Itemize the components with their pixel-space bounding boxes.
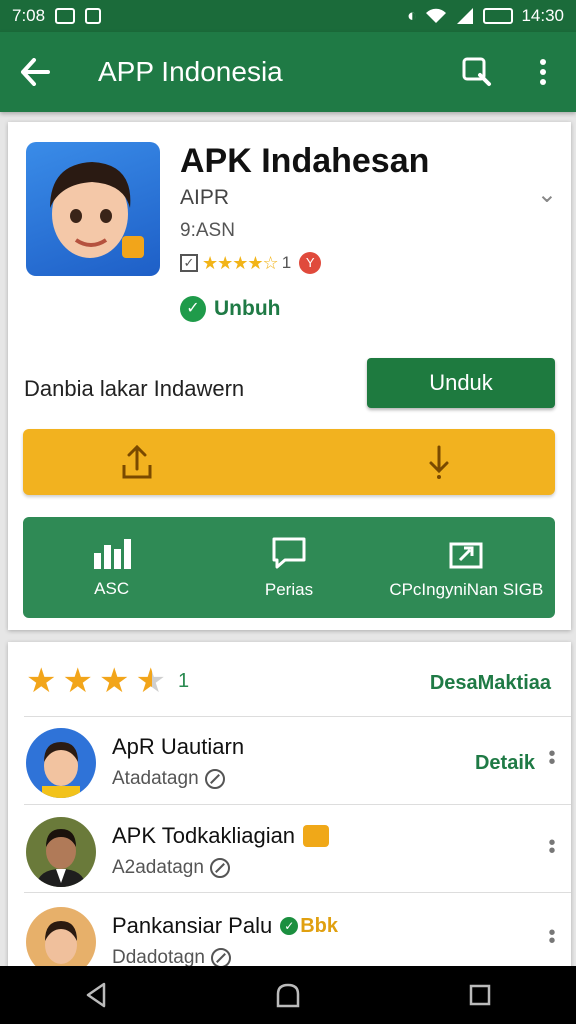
- reviewer-name: APK Todkakliagian: [112, 823, 330, 849]
- reviewer-name-text: Pankansiar Palu: [112, 913, 273, 938]
- system-nav-bar: [0, 966, 576, 1024]
- bar-chart-icon: [93, 538, 131, 569]
- status-left-text: 7:08: [12, 6, 46, 25]
- share-download-bar: [23, 429, 555, 495]
- upload-icon: [122, 444, 152, 479]
- reviews-rating: ★ ★ ★ ★ 1: [26, 664, 189, 698]
- see-all-reviews-link[interactable]: DesaMaktiaa: [430, 672, 551, 695]
- app-developer[interactable]: AIPR: [180, 186, 229, 210]
- person-avatar-icon: [26, 728, 96, 798]
- action-panel: ASC Perias CPcIngyniNan SIGB: [23, 517, 555, 618]
- warning-badge-icon: [303, 825, 330, 847]
- signal-icon: [457, 8, 474, 24]
- image-notification-icon: [55, 8, 76, 24]
- installed-status: ✓ Unbuh: [180, 296, 280, 322]
- home-icon: [276, 983, 300, 1008]
- action-share-label: CPcIngyniNan SIGB: [389, 579, 544, 599]
- reviewer-name-text: APK Todkakliagian: [112, 823, 296, 848]
- star-half-icon: ★: [135, 662, 166, 700]
- page-title: APP Indonesia: [98, 56, 283, 87]
- star-icon: ★: [62, 662, 93, 700]
- reviewer-name: Pankansiar Palu ✓ Bbk: [112, 913, 338, 939]
- reviews-count: 1: [177, 669, 190, 692]
- reviews-card: ★ ★ ★ ★ 1 DesaMaktiaa ApR Uautiarn Atada…: [8, 642, 571, 977]
- nav-back-button[interactable]: [66, 966, 126, 1024]
- download-button[interactable]: Unduk: [367, 358, 555, 408]
- action-reviews-label: Perias: [264, 579, 314, 599]
- action-share[interactable]: CPcIngyniNan SIGB: [378, 517, 555, 618]
- status-time: 14:30: [521, 6, 564, 25]
- app-category: 9:ASN: [180, 220, 235, 241]
- wifi-icon: [426, 8, 447, 23]
- star-icon: ★: [98, 662, 130, 700]
- star-icon: ★: [26, 662, 57, 700]
- review-subtitle-text: Atadatagn: [112, 768, 199, 789]
- person-avatar-icon: [26, 817, 96, 887]
- content-rating-icon: Y: [299, 252, 322, 274]
- divider: [24, 716, 571, 717]
- block-icon: [210, 948, 231, 968]
- more-vert-icon: [540, 59, 546, 85]
- review-subtitle: Atadatagn: [112, 768, 225, 790]
- badge-text: Bbk: [300, 914, 339, 937]
- app-icon: [26, 142, 160, 276]
- avatar: [26, 728, 96, 798]
- upload-button[interactable]: [116, 441, 158, 483]
- chevron-down-icon[interactable]: ⌄: [537, 180, 557, 209]
- divider: [24, 892, 571, 893]
- installed-label: Unbuh: [214, 297, 281, 320]
- battery-icon: [483, 8, 514, 24]
- status-right: ◐ 14:30: [407, 6, 564, 26]
- check-icon: ✓: [280, 917, 299, 935]
- rating-count: 1: [281, 253, 292, 272]
- triangle-back-icon: [86, 982, 106, 1008]
- app-detail-card: APK Indahesan AIPR 9:ASN ⌄ ✓ ★★★★☆ 1 Y ✓…: [8, 122, 571, 630]
- arrow-left-icon: [21, 58, 50, 86]
- more-options-button[interactable]: [510, 32, 576, 112]
- review-subtitle-text: A2adatagn: [112, 857, 204, 878]
- action-stats[interactable]: ASC: [23, 517, 200, 618]
- review-row[interactable]: APK Todkakliagian A2adatagn • •: [8, 807, 571, 895]
- avatar: [26, 817, 96, 887]
- status-bar: 7:08 ◐ 14:30: [0, 0, 576, 32]
- block-icon: [209, 858, 230, 878]
- share-icon: [449, 542, 483, 568]
- more-vert-icon[interactable]: • •: [547, 833, 557, 861]
- nav-home-button[interactable]: [258, 966, 318, 1024]
- rating-stars: ★★★★☆: [202, 252, 279, 273]
- app-bar: APP Indonesia: [0, 32, 576, 112]
- back-button[interactable]: [0, 32, 70, 112]
- search-button[interactable]: [444, 32, 510, 112]
- app-title: APK Indahesan: [180, 142, 430, 180]
- square-recents-icon: [469, 984, 491, 1006]
- search-icon: [462, 57, 491, 86]
- comment-icon: [272, 537, 306, 568]
- check-circle-icon: ✓: [180, 296, 206, 322]
- more-vert-icon[interactable]: • •: [547, 744, 557, 772]
- avatar-face-icon: [50, 162, 144, 258]
- nav-recents-button[interactable]: [450, 966, 510, 1024]
- rating-row: ✓ ★★★★☆ 1 Y: [180, 252, 322, 274]
- divider: [24, 804, 571, 805]
- review-subtitle: A2adatagn: [112, 857, 230, 879]
- review-row[interactable]: ApR Uautiarn Atadatagn Detaik • •: [8, 718, 571, 806]
- download-arrow-button[interactable]: [418, 441, 460, 483]
- block-icon: [204, 769, 225, 789]
- verified-badge: ✓ Bbk: [280, 915, 338, 938]
- app-notification-icon: [85, 8, 102, 24]
- action-reviews[interactable]: Perias: [200, 517, 377, 618]
- app-description: Danbia lakar Indawern: [24, 376, 245, 401]
- checkbox-icon: ✓: [180, 254, 198, 272]
- reviewer-name: ApR Uautiarn: [112, 734, 245, 759]
- action-stats-label: ASC: [94, 578, 130, 598]
- status-left: 7:08: [12, 6, 102, 26]
- more-vert-icon[interactable]: • •: [547, 923, 557, 951]
- download-icon: [429, 445, 449, 479]
- review-detail-link[interactable]: Detaik: [475, 752, 535, 775]
- vibrate-icon: ◐: [407, 6, 418, 25]
